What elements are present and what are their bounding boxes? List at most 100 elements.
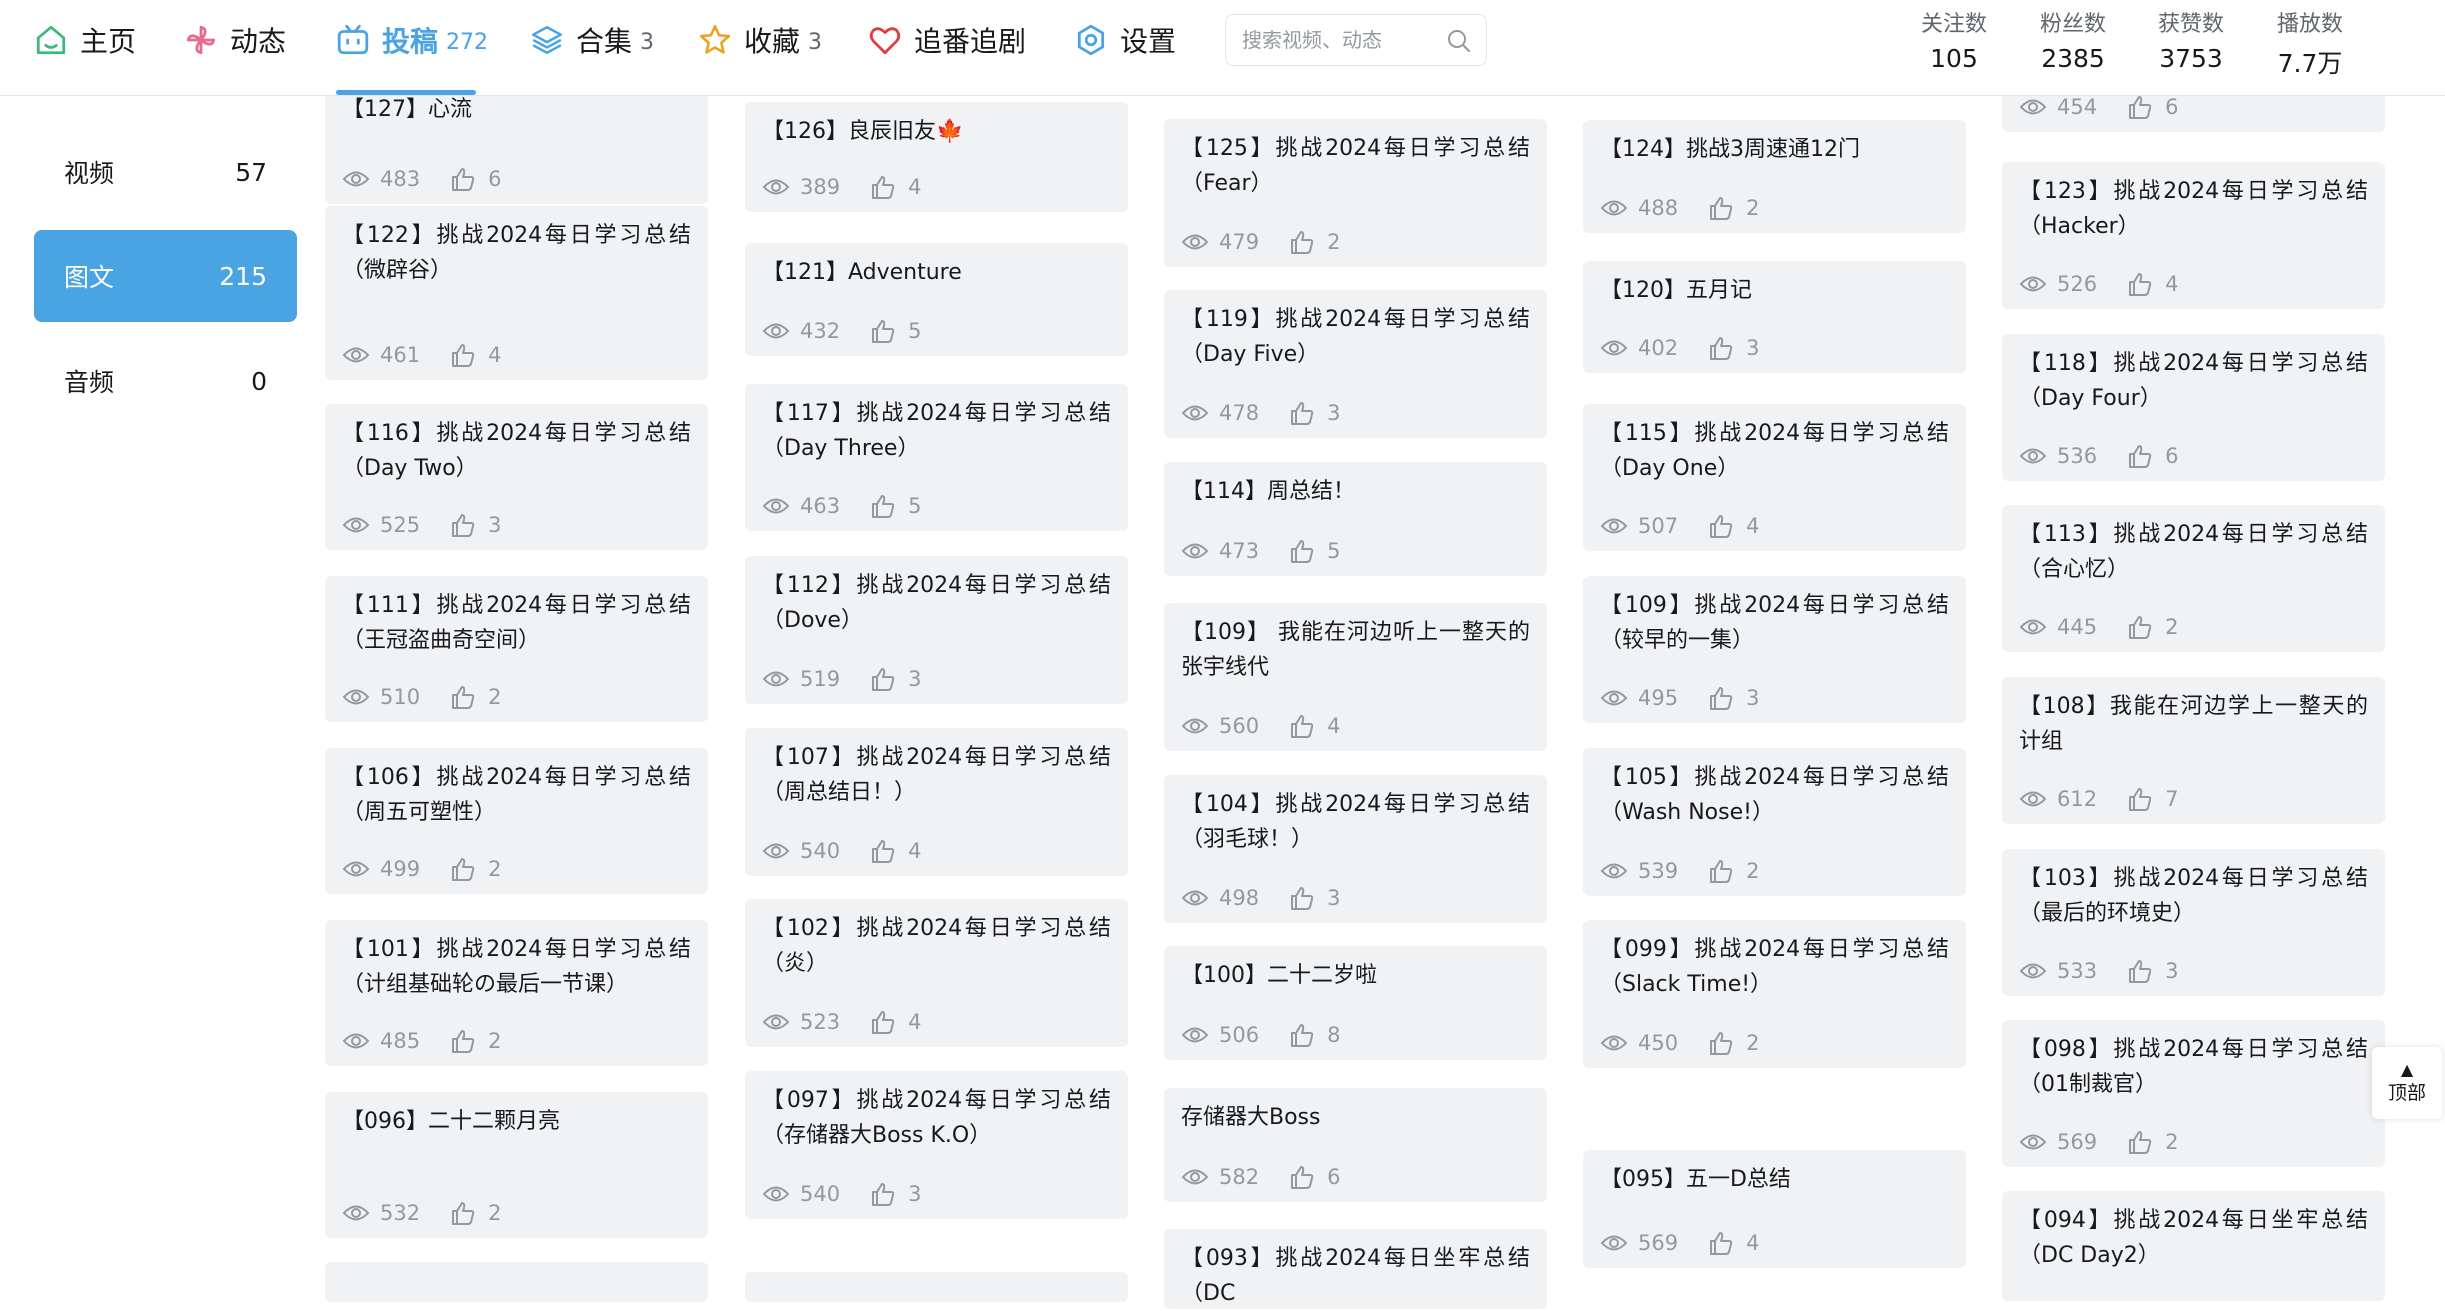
arrow-up-icon: ▲ bbox=[2400, 1059, 2414, 1079]
article-title: 【120】五月记 bbox=[1600, 278, 1752, 303]
views-icon bbox=[762, 498, 790, 514]
like-count: 4 bbox=[2165, 272, 2179, 296]
article-card[interactable]: 【097】挑战2024每日学习总结（存储器大Boss K.O） 540 3 bbox=[745, 1071, 1128, 1219]
article-card[interactable]: 【103】挑战2024每日学习总结（最后的环境史） 533 3 bbox=[2002, 849, 2385, 996]
article-title: 【107】挑战2024每日学习总结（周总结日！） bbox=[762, 745, 1111, 805]
side-menu-articles[interactable]: 图文 215 bbox=[34, 230, 297, 322]
article-card[interactable]: 【121】Adventure 432 5 bbox=[745, 243, 1128, 356]
article-card[interactable]: 【112】挑战2024每日学习总结（Dove） 519 3 bbox=[745, 556, 1128, 704]
search-icon[interactable] bbox=[1446, 28, 1472, 54]
nav-home[interactable]: 主页 bbox=[34, 18, 136, 62]
side-menu-video[interactable]: 视频 57 bbox=[34, 126, 297, 218]
thumbs-up-icon bbox=[2129, 273, 2152, 296]
views-icon bbox=[1600, 863, 1628, 879]
stat-fans[interactable]: 粉丝数 2385 bbox=[2008, 6, 2138, 73]
article-card[interactable]: 【106】挑战2024每日学习总结（周五可塑性） 499 2 bbox=[325, 748, 708, 894]
article-card[interactable]: 【096】二十二颗月亮 532 2 bbox=[325, 1092, 708, 1238]
article-card[interactable]: 【101】挑战2024每日学习总结（计组基础轮の最后一节课） 485 2 bbox=[325, 920, 708, 1066]
pinwheel-icon bbox=[184, 23, 218, 57]
nav-collections[interactable]: 合集 3 bbox=[530, 18, 654, 62]
view-count: 519 bbox=[800, 667, 841, 691]
article-meta: 540 4 bbox=[762, 838, 921, 864]
article-meta: 445 2 bbox=[2019, 614, 2178, 640]
views-icon bbox=[342, 1033, 370, 1049]
article-card[interactable]: 【109】 我能在河边听上一整天的张宇线代 560 4 bbox=[1164, 603, 1547, 751]
article-card[interactable]: 存储器大Boss 582 6 bbox=[1164, 1088, 1547, 1202]
nav-uploads[interactable]: 投稿 272 bbox=[336, 18, 488, 62]
article-card[interactable]: 【127】心流 483 6 bbox=[325, 80, 708, 204]
like-count: 3 bbox=[2165, 959, 2179, 983]
article-card[interactable]: 【123】挑战2024每日学习总结（Hacker） 526 4 bbox=[2002, 162, 2385, 309]
article-card[interactable]: 【109】挑战2024每日学习总结（较早的一集） 495 3 bbox=[1583, 576, 1966, 723]
article-card[interactable]: 【098】挑战2024每日学习总结（01制裁官） 569 2 bbox=[2002, 1020, 2385, 1167]
views-icon bbox=[762, 671, 790, 687]
article-card[interactable]: 【116】挑战2024每日学习总结（Day Two） 525 3 bbox=[325, 404, 708, 550]
tv-icon bbox=[336, 23, 370, 57]
thumbs-up-icon bbox=[1291, 715, 1314, 738]
like-count: 2 bbox=[2165, 615, 2179, 639]
article-card[interactable]: 【104】挑战2024每日学习总结（羽毛球！） 498 3 bbox=[1164, 775, 1547, 923]
view-count: 463 bbox=[800, 494, 841, 518]
views-icon bbox=[342, 171, 370, 187]
thumbs-up-icon bbox=[872, 668, 895, 691]
back-to-top-button[interactable]: ▲ 顶部 bbox=[2372, 1047, 2442, 1119]
thumbs-up-icon bbox=[1291, 1024, 1314, 1047]
article-title: 【121】Adventure bbox=[762, 260, 962, 285]
article-card[interactable]: 【119】挑战2024每日学习总结（Day Five） 478 3 bbox=[1164, 290, 1547, 438]
nav-dynamics[interactable]: 动态 bbox=[184, 18, 286, 62]
article-card[interactable]: 【093】挑战2024每日坐牢总结（DC bbox=[1164, 1229, 1547, 1309]
like-count: 4 bbox=[1746, 1231, 1760, 1255]
article-card[interactable]: 【100】二十二岁啦 506 8 bbox=[1164, 946, 1547, 1060]
nav-settings[interactable]: 设置 bbox=[1074, 18, 1176, 62]
article-meta: 525 3 bbox=[342, 512, 501, 538]
view-count: 485 bbox=[380, 1029, 421, 1053]
nav-favorites[interactable]: 收藏 3 bbox=[698, 18, 822, 62]
article-card[interactable]: 【125】挑战2024每日学习总结（Fear） 479 2 bbox=[1164, 119, 1547, 267]
article-card[interactable]: 【113】挑战2024每日学习总结（合心忆） 445 2 bbox=[2002, 505, 2385, 652]
views-icon bbox=[1600, 518, 1628, 534]
article-card[interactable]: 【099】挑战2024每日学习总结（Slack Time!） 450 2 bbox=[1583, 920, 1966, 1068]
like-count: 2 bbox=[1746, 859, 1760, 883]
article-card[interactable]: 【102】挑战2024每日学习总结（炎） 523 4 bbox=[745, 899, 1128, 1047]
article-title: 【106】挑战2024每日学习总结（周五可塑性） bbox=[342, 765, 691, 825]
thumbs-up-icon bbox=[2129, 788, 2152, 811]
article-card[interactable]: 【111】挑战2024每日学习总结（王冠盗曲奇空间） 510 2 bbox=[325, 576, 708, 722]
search-input[interactable] bbox=[1242, 28, 1442, 52]
stat-following[interactable]: 关注数 105 bbox=[1889, 6, 2019, 73]
stat-plays-label: 播放数 bbox=[2276, 12, 2343, 37]
article-card[interactable]: 【120】五月记 402 3 bbox=[1583, 261, 1966, 373]
article-card[interactable] bbox=[325, 1262, 708, 1302]
side-menu-video-label: 视频 bbox=[64, 159, 115, 188]
article-card[interactable]: 【114】周总结！ 473 5 bbox=[1164, 462, 1547, 576]
top-navigation-bar: 主页 动态 投稿 272 合集 3 收藏 3 追番追剧 设置 搜索视频、动态 关… bbox=[0, 0, 2445, 96]
article-title: 【114】周总结！ bbox=[1181, 479, 1355, 504]
views-icon bbox=[1181, 1169, 1209, 1185]
thumbs-up-icon bbox=[452, 858, 475, 881]
article-meta: 499 2 bbox=[342, 856, 501, 882]
views-icon bbox=[1600, 1035, 1628, 1051]
view-count: 454 bbox=[2057, 95, 2098, 119]
like-count: 4 bbox=[1327, 714, 1341, 738]
side-menu-audio[interactable]: 音频 0 bbox=[34, 335, 297, 427]
article-card[interactable]: 【105】挑战2024每日学习总结（Wash Nose!） 539 2 bbox=[1583, 748, 1966, 896]
article-card[interactable]: 【118】挑战2024每日学习总结（Day Four） 536 6 bbox=[2002, 334, 2385, 481]
like-count: 5 bbox=[908, 319, 922, 343]
article-card[interactable]: 【122】挑战2024每日学习总结（微辟谷） 461 4 bbox=[325, 206, 708, 380]
article-card[interactable]: 【108】我能在河边学上一整天的计组 612 7 bbox=[2002, 677, 2385, 824]
article-card[interactable]: 【124】挑战3周速通12门 488 2 bbox=[1583, 120, 1966, 233]
article-card[interactable]: 【107】挑战2024每日学习总结（周总结日！） 540 4 bbox=[745, 728, 1128, 876]
article-title: 【113】挑战2024每日学习总结（合心忆） bbox=[2019, 522, 2368, 582]
like-count: 2 bbox=[1327, 230, 1341, 254]
article-card[interactable]: 【095】五一D总结 569 4 bbox=[1583, 1150, 1966, 1268]
article-card[interactable]: 【117】挑战2024每日学习总结（Day Three） 463 5 bbox=[745, 384, 1128, 531]
views-icon bbox=[762, 843, 790, 859]
view-count: 432 bbox=[800, 319, 841, 343]
article-card[interactable]: 【126】良辰旧友🍁 389 4 bbox=[745, 102, 1128, 212]
thumbs-up-icon bbox=[2129, 445, 2152, 468]
view-count: 612 bbox=[2057, 787, 2098, 811]
article-card[interactable] bbox=[745, 1272, 1128, 1302]
view-count: 450 bbox=[1638, 1031, 1679, 1055]
article-card[interactable]: 【094】挑战2024每日坐牢总结（DC Day2） bbox=[2002, 1191, 2385, 1301]
article-card[interactable]: 【115】挑战2024每日学习总结（Day One） 507 4 bbox=[1583, 404, 1966, 551]
nav-following-series[interactable]: 追番追剧 bbox=[868, 18, 1026, 62]
